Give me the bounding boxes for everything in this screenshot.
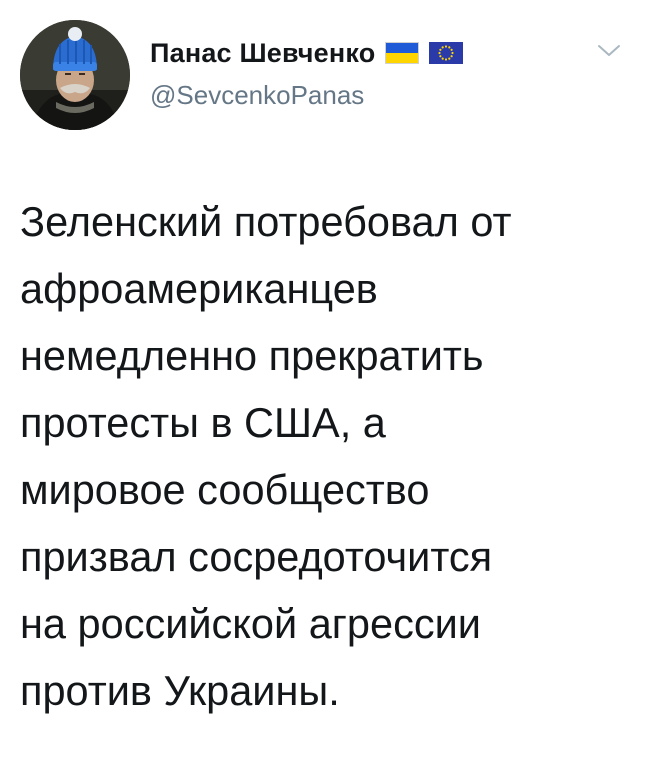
tweet-card: Панас Шевченко @SevcenkoPanas Зеленский … — [0, 0, 648, 774]
ukraine-flag-icon — [385, 42, 420, 64]
avatar-image — [20, 20, 130, 130]
display-name[interactable]: Панас Шевченко — [150, 38, 375, 69]
author-name-row: Панас Шевченко — [150, 35, 464, 71]
tweet-text-line: против Украины. — [20, 667, 340, 714]
eu-flag-icon — [429, 42, 464, 64]
tweet-text-line: афроамериканцев — [20, 265, 378, 312]
tweet-text-line: призвал сосредоточится — [20, 533, 493, 580]
tweet-text-line: на российской агрессии — [20, 600, 481, 647]
tweet-text-line: мировое сообщество — [20, 466, 430, 513]
avatar[interactable] — [20, 20, 130, 130]
tweet-text-line: немедленно прекратить — [20, 332, 484, 379]
tweet-text-line: Зеленский потребовал от — [20, 198, 512, 245]
tweet-text-line: протесты в США, а — [20, 399, 386, 446]
tweet-text: Зеленский потребовал от афроамериканцев … — [20, 188, 630, 724]
chevron-down-icon[interactable] — [594, 38, 624, 62]
user-handle[interactable]: @SevcenkoPanas — [150, 80, 364, 111]
